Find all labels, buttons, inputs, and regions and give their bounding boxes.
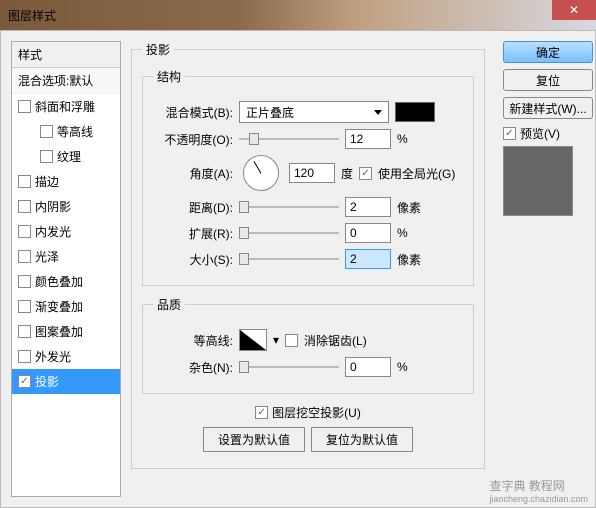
- angle-input[interactable]: 120: [289, 163, 335, 183]
- opacity-input[interactable]: 12: [345, 129, 391, 149]
- global-light-label: 使用全局光(G): [378, 165, 455, 182]
- distance-input[interactable]: 2: [345, 197, 391, 217]
- style-item-label: 等高线: [57, 123, 93, 140]
- style-item[interactable]: 描边: [12, 169, 120, 194]
- content-panel: 投影 结构 混合模式(B): 正片叠底 不透明度(O): 12 %: [121, 31, 495, 507]
- new-style-button[interactable]: 新建样式(W)...: [503, 97, 593, 119]
- titlebar: 图层样式 ✕: [0, 0, 596, 30]
- style-item-checkbox[interactable]: [18, 200, 31, 213]
- style-item-label: 内发光: [35, 223, 71, 240]
- style-item[interactable]: 等高线: [12, 119, 120, 144]
- opacity-label: 不透明度(O):: [153, 131, 233, 148]
- style-item[interactable]: 外发光: [12, 344, 120, 369]
- chevron-down-icon: [374, 110, 382, 115]
- style-item-label: 斜面和浮雕: [35, 98, 95, 115]
- chevron-down-icon[interactable]: ▾: [273, 333, 279, 347]
- opacity-slider[interactable]: [239, 133, 339, 145]
- size-unit: 像素: [397, 251, 427, 268]
- style-item-checkbox[interactable]: ✓: [18, 375, 31, 388]
- watermark: 查字典 教程网 jiaocheng.chazidian.com: [489, 477, 588, 504]
- distance-slider[interactable]: [239, 201, 339, 213]
- panel-title: 投影: [142, 41, 174, 58]
- color-swatch[interactable]: [395, 102, 435, 122]
- style-item-checkbox[interactable]: [18, 275, 31, 288]
- style-list: 样式 混合选项:默认 斜面和浮雕等高线纹理描边内阴影内发光光泽颜色叠加渐变叠加图…: [11, 41, 121, 497]
- reset-default-button[interactable]: 复位为默认值: [311, 427, 413, 452]
- quality-legend: 品质: [153, 296, 185, 313]
- blend-options[interactable]: 混合选项:默认: [12, 68, 120, 94]
- noise-label: 杂色(N):: [153, 359, 233, 376]
- size-input[interactable]: 2: [345, 249, 391, 269]
- make-default-button[interactable]: 设置为默认值: [203, 427, 305, 452]
- style-item-label: 外发光: [35, 348, 71, 365]
- style-item-checkbox[interactable]: [18, 300, 31, 313]
- global-light-checkbox[interactable]: ✓: [359, 167, 372, 180]
- structure-legend: 结构: [153, 68, 185, 85]
- antialias-label: 消除锯齿(L): [304, 332, 367, 349]
- style-item[interactable]: 颜色叠加: [12, 269, 120, 294]
- preview-label: 预览(V): [520, 125, 560, 142]
- preview-checkbox[interactable]: ✓: [503, 127, 516, 140]
- spread-label: 扩展(R):: [153, 225, 233, 242]
- noise-unit: %: [397, 360, 427, 374]
- cancel-button[interactable]: 复位: [503, 69, 593, 91]
- angle-dial[interactable]: [243, 155, 279, 191]
- distance-unit: 像素: [397, 199, 427, 216]
- style-item[interactable]: 斜面和浮雕: [12, 94, 120, 119]
- ok-button[interactable]: 确定: [503, 41, 593, 63]
- main: 样式 混合选项:默认 斜面和浮雕等高线纹理描边内阴影内发光光泽颜色叠加渐变叠加图…: [0, 30, 596, 508]
- size-slider[interactable]: [239, 253, 339, 265]
- style-item-checkbox[interactable]: [18, 175, 31, 188]
- spread-slider[interactable]: [239, 227, 339, 239]
- style-item[interactable]: 图案叠加: [12, 319, 120, 344]
- spread-unit: %: [397, 226, 427, 240]
- style-item-label: 纹理: [57, 148, 81, 165]
- angle-label: 角度(A):: [153, 165, 233, 182]
- style-item-checkbox[interactable]: [18, 100, 31, 113]
- style-item[interactable]: 内发光: [12, 219, 120, 244]
- distance-label: 距离(D):: [153, 199, 233, 216]
- contour-picker[interactable]: [239, 329, 267, 351]
- noise-input[interactable]: 0: [345, 357, 391, 377]
- main-fieldset: 投影 结构 混合模式(B): 正片叠底 不透明度(O): 12 %: [131, 41, 485, 469]
- size-label: 大小(S):: [153, 251, 233, 268]
- style-item-label: 投影: [35, 373, 59, 390]
- style-item-label: 颜色叠加: [35, 273, 83, 290]
- opacity-unit: %: [397, 132, 427, 146]
- style-item-checkbox[interactable]: [40, 125, 53, 138]
- style-item-label: 描边: [35, 173, 59, 190]
- blend-mode-value: 正片叠底: [246, 104, 294, 121]
- noise-slider[interactable]: [239, 361, 339, 373]
- angle-unit: 度: [341, 165, 353, 182]
- style-item-checkbox[interactable]: [40, 150, 53, 163]
- style-item-label: 光泽: [35, 248, 59, 265]
- style-item-label: 渐变叠加: [35, 298, 83, 315]
- close-icon: ✕: [569, 3, 579, 17]
- right-panel: 确定 复位 新建样式(W)... ✓ 预览(V): [495, 31, 595, 507]
- style-list-header: 样式: [12, 42, 120, 68]
- antialias-checkbox[interactable]: [285, 334, 298, 347]
- style-item[interactable]: 纹理: [12, 144, 120, 169]
- spread-input[interactable]: 0: [345, 223, 391, 243]
- contour-label: 等高线:: [153, 332, 233, 349]
- knockout-label: 图层挖空投影(U): [272, 404, 361, 421]
- window-title: 图层样式: [8, 7, 56, 24]
- style-item[interactable]: ✓ 投影: [12, 369, 120, 394]
- style-item-checkbox[interactable]: [18, 325, 31, 338]
- blend-mode-select[interactable]: 正片叠底: [239, 101, 389, 123]
- quality-fieldset: 品质 等高线: ▾ 消除锯齿(L) 杂色(N): 0 %: [142, 296, 474, 394]
- structure-fieldset: 结构 混合模式(B): 正片叠底 不透明度(O): 12 % 角度(A): [142, 68, 474, 286]
- style-item[interactable]: 光泽: [12, 244, 120, 269]
- style-item[interactable]: 内阴影: [12, 194, 120, 219]
- preview-box: [503, 146, 573, 216]
- style-item-label: 图案叠加: [35, 323, 83, 340]
- close-button[interactable]: ✕: [552, 0, 596, 20]
- style-item-checkbox[interactable]: [18, 350, 31, 363]
- style-item-checkbox[interactable]: [18, 250, 31, 263]
- style-item[interactable]: 渐变叠加: [12, 294, 120, 319]
- style-item-checkbox[interactable]: [18, 225, 31, 238]
- blend-mode-label: 混合模式(B):: [153, 104, 233, 121]
- style-item-label: 内阴影: [35, 198, 71, 215]
- knockout-checkbox[interactable]: ✓: [255, 406, 268, 419]
